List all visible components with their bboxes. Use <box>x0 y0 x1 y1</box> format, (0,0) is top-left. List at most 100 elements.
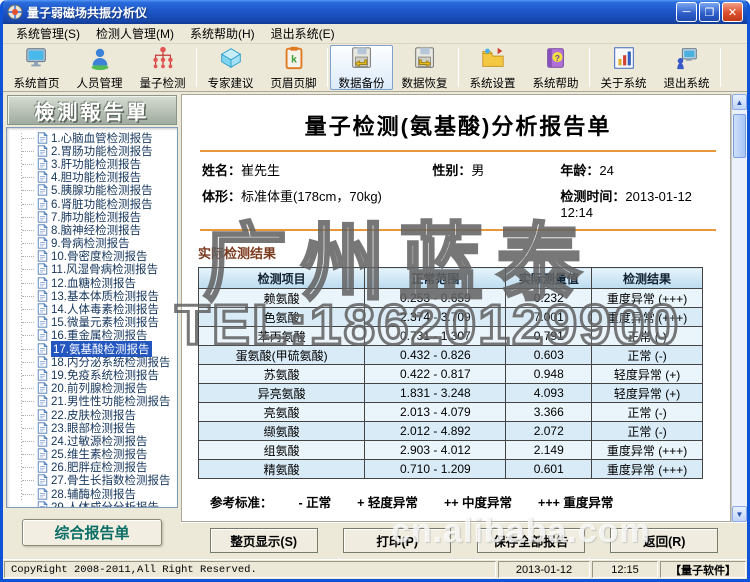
toolbar-button-label: 退出系统 <box>663 77 710 90</box>
status-date: 2013-01-12 <box>498 561 590 578</box>
summary-report-button[interactable]: 综合报告单 <box>22 518 162 546</box>
scroll-down-arrow-icon[interactable]: ▼ <box>732 506 747 522</box>
divider-top <box>200 150 716 152</box>
reference-entry-name: 赖氨酸： <box>210 521 298 522</box>
table-cell: 0.432 - 0.826 <box>364 345 507 365</box>
document-icon <box>37 171 48 183</box>
vertical-scrollbar[interactable]: ▲ ▼ <box>731 94 747 522</box>
save-all-reports-button[interactable]: 保存全部报告 <box>476 528 585 553</box>
toolbar-button-label: 人员管理 <box>76 77 123 90</box>
document-icon <box>37 157 48 170</box>
minimize-button[interactable]: ─ <box>676 2 697 22</box>
table-cell: 正常 (-) <box>591 345 703 365</box>
document-icon <box>37 184 48 196</box>
report-list-item-label: 29.人体成分分析报告 <box>51 501 159 508</box>
table-cell: 2.903 - 4.012 <box>364 440 507 460</box>
table-row: 蛋氨酸(甲硫氨酸) 0.432 - 0.826 0.603 正常 (-) <box>197 345 703 365</box>
table-cell: 2.012 - 4.892 <box>364 421 507 441</box>
table-row: 苯丙氨酸 0.731 - 1.307 0.791 正常 (-) <box>197 326 703 346</box>
document-icon <box>37 355 48 368</box>
toolbar-button-label: 量子检测 <box>139 77 186 90</box>
close-button[interactable]: ✕ <box>722 2 743 22</box>
toolbar-button-5[interactable]: 数据备份 <box>330 45 393 90</box>
reference-standards: 参考标准： - 正常 + 轻度异常 ++ 中度异常 +++ 重度异常 赖氨酸：0.25… <box>196 492 720 522</box>
document-icon <box>37 408 48 421</box>
maximize-button[interactable]: ❐ <box>699 2 720 22</box>
table-cell: 0.731 - 1.307 <box>364 326 507 346</box>
app-window: 量子弱磁场共振分析仪 ─ ❐ ✕ 系统管理(S) 检测人管理(M) 系统帮助(H) 退… <box>0 0 750 582</box>
results-table: 检测项目 正常范围 实际测量值 检测结果 赖氨酸 0.253 - 0.659 0.232 重… <box>197 267 703 479</box>
toolbar-button-2[interactable]: 量子检测 <box>131 45 194 90</box>
document-icon <box>37 448 48 460</box>
scrollbar-thumb[interactable] <box>733 114 746 158</box>
table-row: 缬氨酸 2.012 - 4.892 2.072 正常 (-) <box>197 421 703 441</box>
document-icon <box>37 487 48 500</box>
document-icon <box>37 434 48 447</box>
results-column-header: 正常范围 <box>364 267 507 289</box>
toolbar-button-4[interactable]: k 页眉页脚 <box>262 45 325 90</box>
table-cell: 重度异常 (+++) <box>591 440 703 460</box>
toolbar-button-label: 数据恢复 <box>401 77 448 90</box>
content-area: 檢測報告單 1.心脑血管检测报告 2.胃肠功能检测报告 3.肝功能检测报告 4.胆功能… <box>3 92 747 558</box>
full-page-button[interactable]: 整页显示(S) <box>209 528 318 553</box>
scroll-up-arrow-icon[interactable]: ▲ <box>732 94 747 110</box>
table-cell: 0.710 - 1.209 <box>364 459 507 479</box>
table-cell: 1.831 - 3.248 <box>364 383 507 403</box>
table-cell: 组氨酸 <box>197 440 366 460</box>
toolbar-button-1[interactable]: 人员管理 <box>68 45 131 90</box>
status-brand: 【量子软件】 <box>660 561 746 578</box>
toolbar-button-9[interactable]: 关于系统 <box>592 45 655 90</box>
results-column-header: 检测结果 <box>591 267 703 289</box>
table-cell: 轻度异常 (+) <box>591 364 703 384</box>
results-column-header: 实际测量值 <box>505 267 593 289</box>
sidebar-header: 檢測報告單 <box>7 95 177 125</box>
table-cell: 2.149 <box>505 440 593 460</box>
table-cell: 重度异常 (+++) <box>591 288 703 308</box>
table-cell: 色氨酸 <box>197 307 366 327</box>
menu-item-0[interactable]: 系统管理(S) <box>9 23 87 44</box>
report-list-item-29[interactable]: 29.人体成分分析报告 <box>13 500 175 508</box>
document-icon <box>37 237 48 249</box>
toolbar-button-6[interactable]: 数据恢复 <box>393 45 456 90</box>
clipboard-icon: k <box>281 45 307 74</box>
sidebar: 檢測報告單 1.心脑血管检测报告 2.胃肠功能检测报告 3.肝功能检测报告 4.胆功能… <box>3 92 181 558</box>
toolbar-button-label: 专家建议 <box>207 77 254 90</box>
table-cell: 0.603 <box>505 345 593 365</box>
menu-item-1[interactable]: 检测人管理(M) <box>89 23 181 44</box>
scrollbar-track[interactable] <box>732 110 747 506</box>
toolbar-button-label: 关于系统 <box>600 77 647 90</box>
table-cell: 蛋氨酸(甲硫氨酸) <box>197 345 366 365</box>
table-cell: 重度异常 (+++) <box>591 307 703 327</box>
results-column-header: 检测项目 <box>197 267 366 289</box>
table-cell: 缬氨酸 <box>197 421 366 441</box>
title-bar: 量子弱磁场共振分析仪 ─ ❐ ✕ <box>3 0 747 24</box>
table-cell: 3.366 <box>505 402 593 422</box>
toolbar-button-8[interactable]: ? 系统帮助 <box>524 45 587 90</box>
toolbar-button-3[interactable]: 专家建议 <box>199 45 262 90</box>
patient-body: 体形：标准体重(178cm，70kg) <box>202 189 382 204</box>
menu-item-2[interactable]: 系统帮助(H) <box>183 23 262 44</box>
about-chart-icon <box>611 45 637 74</box>
back-button[interactable]: 返回(R) <box>610 528 719 553</box>
menu-item-3[interactable]: 退出系统(E) <box>264 23 342 44</box>
report-title: 量子检测(氨基酸)分析报告单 <box>304 114 612 139</box>
table-cell: 异亮氨酸 <box>197 383 366 403</box>
table-row: 精氨酸 0.710 - 1.209 0.601 重度异常 (+++) <box>197 459 703 479</box>
print-button[interactable]: 打印(P) <box>343 528 452 553</box>
toolbar-separator <box>589 48 590 87</box>
toolbar-button-0[interactable]: 系统首页 <box>5 45 68 90</box>
table-row: 亮氨酸 2.013 - 4.079 3.366 正常 (-) <box>197 402 703 422</box>
reference-legend-item: + 轻度异常 <box>357 496 418 510</box>
toolbar-button-label: 系统帮助 <box>532 77 579 90</box>
toolbar-button-7[interactable]: 系统设置 <box>461 45 524 90</box>
main-panel: 量子检测(氨基酸)分析报告单 姓名：崔先生 性别：男 年龄：24 体形：标准体重… <box>181 92 747 558</box>
patient-gender: 性别：男 <box>432 163 485 178</box>
svg-text:k: k <box>291 54 297 65</box>
table-row: 色氨酸 2.374 - 3.709 7.001 重度异常 (+++) <box>197 307 703 327</box>
toolbar-separator <box>720 48 721 87</box>
toolbar-button-10[interactable]: 退出系统 <box>655 45 718 90</box>
table-cell: 2.013 - 4.079 <box>364 402 507 422</box>
reference-legend-item: +++ 重度异常 <box>538 496 614 510</box>
document-icon <box>37 276 48 289</box>
document-icon <box>37 461 48 473</box>
